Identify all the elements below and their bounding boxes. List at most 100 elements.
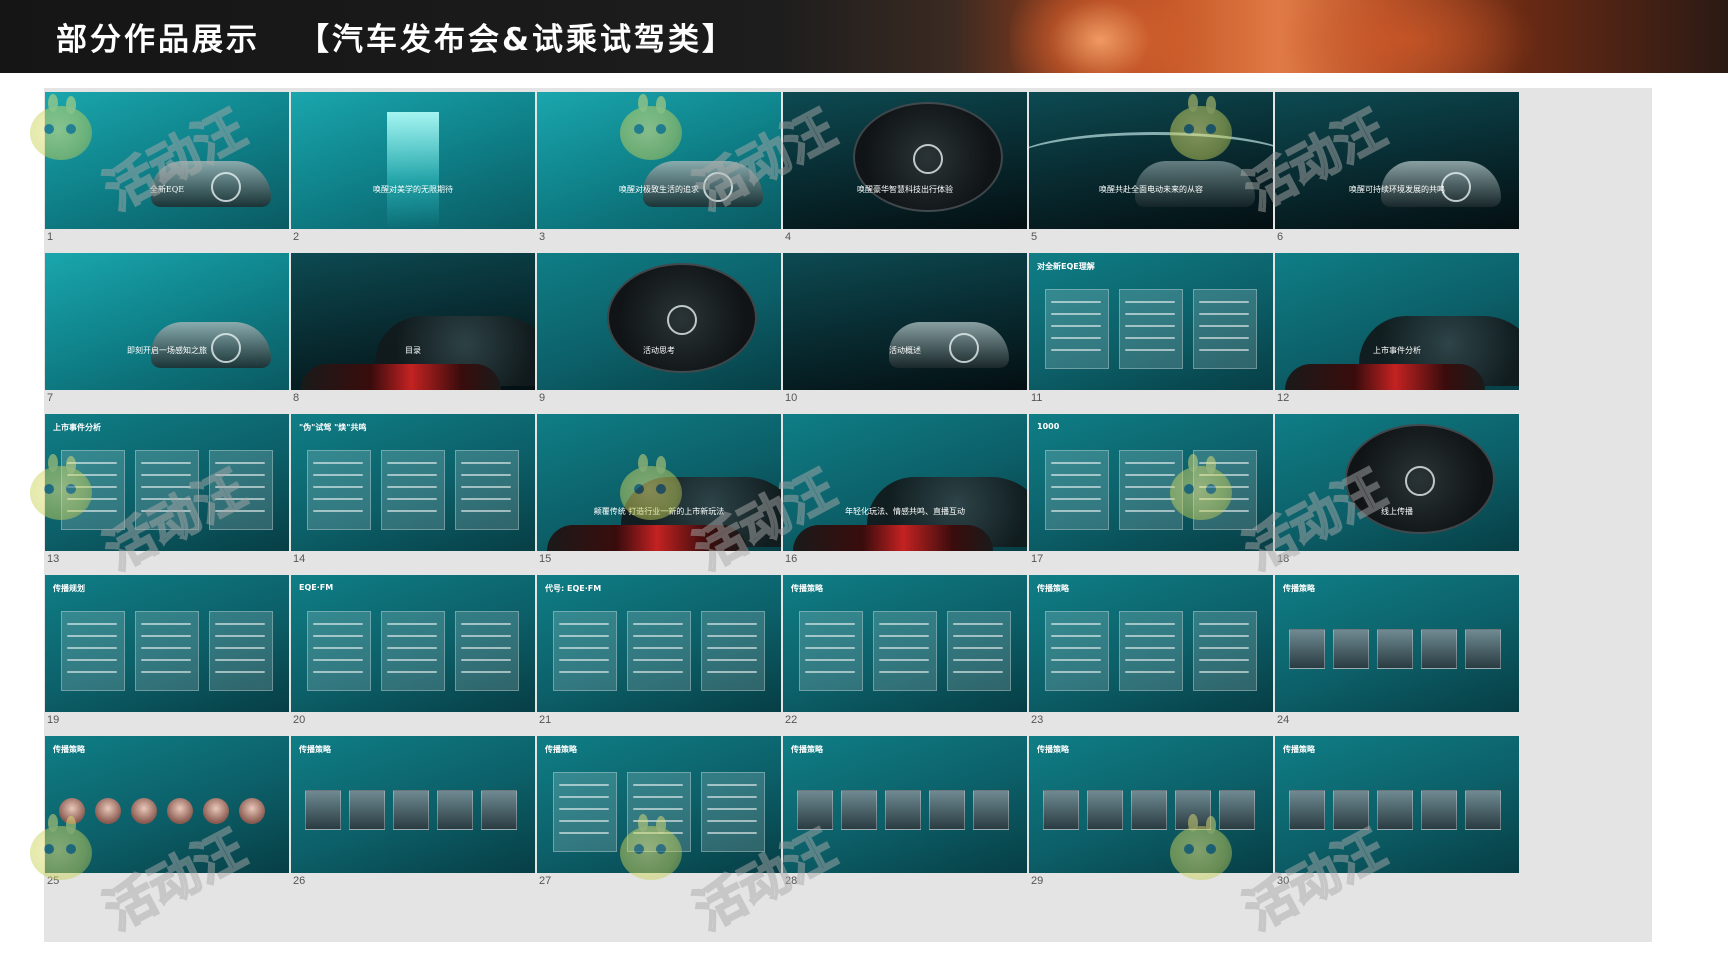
text-line bbox=[879, 623, 929, 625]
slide-number: 26 bbox=[293, 875, 306, 887]
photo-thumbnail bbox=[349, 790, 385, 830]
photo-thumbnail bbox=[1333, 790, 1369, 830]
header-decoration bbox=[1280, 0, 1540, 73]
slide-thumbnail[interactable]: 传播策略 bbox=[537, 736, 781, 873]
text-line bbox=[387, 498, 437, 500]
photo-thumbnail bbox=[1219, 790, 1255, 830]
slide-number: 29 bbox=[1031, 875, 1044, 887]
photo-thumbnail bbox=[393, 790, 429, 830]
slide-thumbnail[interactable]: 传播策略 bbox=[1275, 736, 1519, 873]
text-line bbox=[141, 510, 191, 512]
text-line bbox=[805, 659, 855, 661]
text-line bbox=[559, 820, 609, 822]
slide-number: 24 bbox=[1277, 714, 1290, 726]
text-line bbox=[387, 486, 437, 488]
slide-thumbnail[interactable]: 上市事件分析 bbox=[45, 414, 289, 551]
text-line bbox=[67, 462, 117, 464]
text-line bbox=[461, 510, 511, 512]
text-line bbox=[387, 659, 437, 661]
slide-thumbnail[interactable]: 唤醒共赴全面电动未来的从容 bbox=[1029, 92, 1273, 229]
text-line bbox=[461, 647, 511, 649]
header-decoration bbox=[1010, 0, 1190, 73]
taillight-image bbox=[301, 364, 501, 390]
slide-thumbnail[interactable]: 颠覆传统 打造行业一新的上市新玩法 bbox=[537, 414, 781, 551]
text-line bbox=[707, 635, 757, 637]
slide-thumbnail[interactable]: 传播策略 bbox=[45, 736, 289, 873]
text-line bbox=[461, 659, 511, 661]
text-line bbox=[953, 635, 1003, 637]
text-line bbox=[559, 808, 609, 810]
photo-thumbnail bbox=[1421, 629, 1457, 669]
slide-title: 对全新EQE理解 bbox=[1037, 262, 1095, 271]
photo-thumbnail bbox=[1289, 629, 1325, 669]
text-line bbox=[461, 486, 511, 488]
text-line bbox=[1199, 486, 1249, 488]
slide-number: 17 bbox=[1031, 553, 1044, 565]
slide-number: 20 bbox=[293, 714, 306, 726]
header-banner: 部分作品展示 【汽车发布会&试乘试驾类】 bbox=[0, 0, 1728, 73]
slide-thumbnail[interactable]: 活动思考 bbox=[537, 253, 781, 390]
slide-thumbnail[interactable]: 目录 bbox=[291, 253, 535, 390]
slide-thumbnail[interactable]: 传播策略 bbox=[291, 736, 535, 873]
slide-title: 全新EQE bbox=[149, 185, 185, 194]
text-line bbox=[1199, 325, 1249, 327]
slide-thumbnail[interactable]: 对全新EQE理解 bbox=[1029, 253, 1273, 390]
slide-thumbnail[interactable]: 全新EQE bbox=[45, 92, 289, 229]
text-line bbox=[559, 671, 609, 673]
photo-thumbnail bbox=[797, 790, 833, 830]
text-line bbox=[559, 635, 609, 637]
text-line bbox=[1199, 301, 1249, 303]
slide-thumbnail[interactable]: 传播策略 bbox=[1029, 736, 1273, 873]
text-line bbox=[1051, 635, 1101, 637]
text-line bbox=[1199, 659, 1249, 661]
slide-thumbnail[interactable]: 传播规划 bbox=[45, 575, 289, 712]
slide-thumbnail[interactable]: 传播策略 bbox=[1275, 575, 1519, 712]
slide-thumbnail[interactable]: 线上传播 bbox=[1275, 414, 1519, 551]
text-line bbox=[805, 671, 855, 673]
slide-thumbnail[interactable]: EQE·FM bbox=[291, 575, 535, 712]
text-line bbox=[141, 635, 191, 637]
slide-thumbnail[interactable]: 即刻开启一场感知之旅 bbox=[45, 253, 289, 390]
slide-thumbnail[interactable]: 传播策略 bbox=[1029, 575, 1273, 712]
slide-title: 活动概述 bbox=[889, 346, 921, 355]
slide-title: 传播规划 bbox=[53, 584, 85, 593]
text-line bbox=[559, 796, 609, 798]
slide-title: 传播策略 bbox=[1037, 584, 1069, 593]
photo-thumbnail bbox=[1175, 790, 1211, 830]
slide-thumbnail[interactable]: 上市事件分析 bbox=[1275, 253, 1519, 390]
photo-thumbnail bbox=[929, 790, 965, 830]
text-line bbox=[461, 623, 511, 625]
text-line bbox=[879, 671, 929, 673]
slide-number: 15 bbox=[539, 553, 552, 565]
slide-thumbnail[interactable]: 传播策略 bbox=[783, 736, 1027, 873]
slide-number: 25 bbox=[47, 875, 60, 887]
slide-thumbnail[interactable]: 代号: EQE·FM bbox=[537, 575, 781, 712]
slide-thumbnail[interactable]: 活动概述 bbox=[783, 253, 1027, 390]
slide-title: 上市事件分析 bbox=[1373, 346, 1421, 355]
influencer-avatar bbox=[131, 798, 157, 824]
slide-number: 30 bbox=[1277, 875, 1290, 887]
photo-thumbnail bbox=[973, 790, 1009, 830]
text-line bbox=[633, 647, 683, 649]
title-text: 部分作品展示 bbox=[56, 22, 260, 58]
slide-thumbnail[interactable]: 传播策略 bbox=[783, 575, 1027, 712]
slide-thumbnail[interactable]: 唤醒对美学的无限期待 bbox=[291, 92, 535, 229]
text-line bbox=[633, 671, 683, 673]
text-line bbox=[67, 623, 117, 625]
slide-thumbnail[interactable]: "伪"试驾 "焕"共鸣 bbox=[291, 414, 535, 551]
text-line bbox=[141, 647, 191, 649]
slide-thumbnail[interactable]: 唤醒对极致生活的追求 bbox=[537, 92, 781, 229]
slide-title: 线上传播 bbox=[1381, 507, 1413, 516]
slide-title: 唤醒对美学的无限期待 bbox=[373, 185, 453, 194]
text-line bbox=[1199, 498, 1249, 500]
slide-thumbnail[interactable]: 年轻化玩法、情感共鸣、直播互动 bbox=[783, 414, 1027, 551]
slide-thumbnail[interactable]: 唤醒豪华智慧科技出行体验 bbox=[783, 92, 1027, 229]
page-title: 部分作品展示 【汽车发布会&试乘试驾类】 bbox=[56, 14, 736, 59]
slide-thumbnail[interactable]: 唤醒可持续环境发展的共鸣 bbox=[1275, 92, 1519, 229]
text-line bbox=[313, 462, 363, 464]
text-line bbox=[953, 659, 1003, 661]
slide-thumbnail[interactable]: 1000 bbox=[1029, 414, 1273, 551]
slide-title: 传播策略 bbox=[1037, 745, 1069, 754]
text-line bbox=[67, 659, 117, 661]
text-line bbox=[1051, 510, 1101, 512]
